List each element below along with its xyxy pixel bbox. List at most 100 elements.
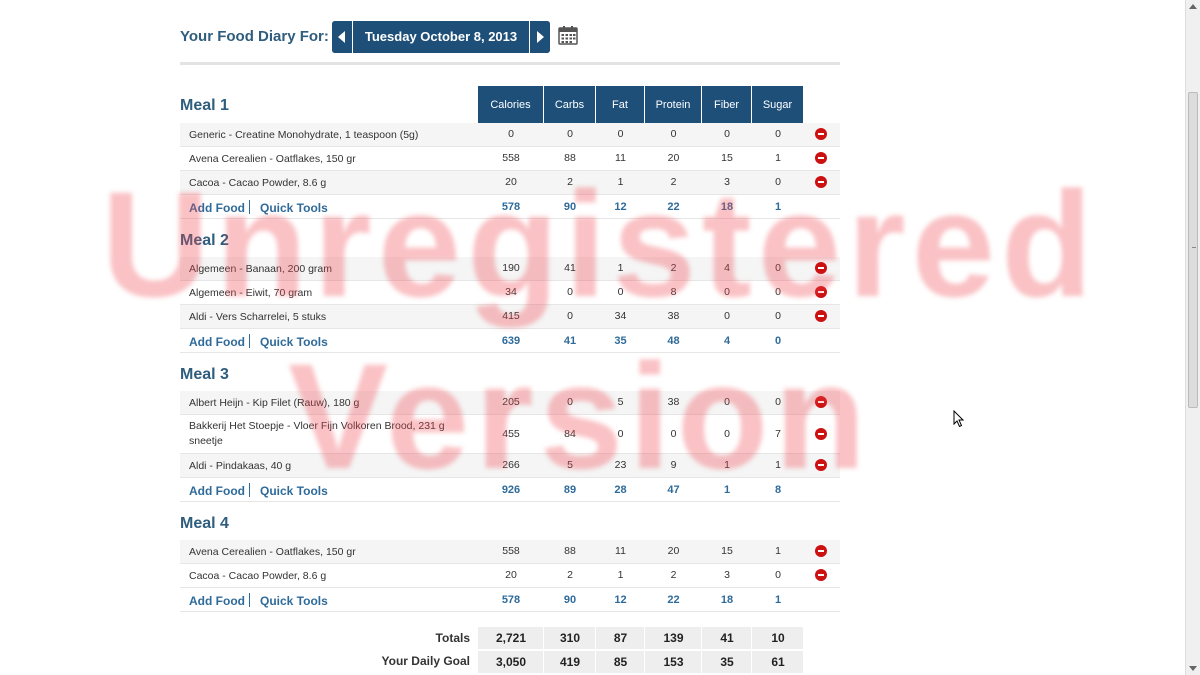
column-header-fiber[interactable]: Fiber [702,86,752,124]
meal-protein-total: 48 [667,335,680,347]
food-entry-row[interactable]: Bakkerij Het Stoepje - Vloer Fijn Volkor… [180,415,840,454]
food-entry-name[interactable]: Generic - Creatine Monohydrate, 1 teaspo… [189,128,474,143]
calories-value: 266 [502,459,520,471]
add-food-link[interactable]: Add Food [189,335,245,349]
food-entry-name[interactable]: Bakkerij Het Stoepje - Vloer Fijn Volkor… [189,419,474,449]
goal-carbs-cell: 419 [544,651,596,673]
delete-entry-icon[interactable] [815,310,827,322]
goal-fat-cell: 85 [596,651,645,673]
delete-entry-icon[interactable] [815,152,827,164]
vertical-scrollbar[interactable] [1185,0,1200,675]
meal-title: Meal 3 [180,366,229,383]
fat-value: 1 [617,176,624,188]
food-entry-name[interactable]: Cacoa - Cacao Powder, 8.6 g [189,569,474,584]
delete-entry-icon[interactable] [815,545,827,557]
delete-entry-icon[interactable] [815,128,827,140]
meal-title: Meal 2 [180,232,229,249]
fat-value: 0 [617,428,624,440]
delete-entry-icon[interactable] [815,459,827,471]
delete-entry-icon[interactable] [815,176,827,188]
delete-entry-icon[interactable] [815,286,827,298]
meal-protein-total: 22 [667,594,680,606]
link-divider [249,334,250,348]
scroll-up-arrow-icon[interactable] [1189,4,1197,9]
food-entry-row[interactable]: Albert Heijn - Kip Filet (Rauw), 180 g 2… [180,391,840,415]
diary-header: Your Food Diary For: Tuesday October 8, … [180,20,840,54]
delete-entry-icon[interactable] [815,262,827,274]
column-header-carbs[interactable]: Carbs [544,86,596,124]
sugar-value: 0 [775,286,781,298]
carbs-value: 0 [567,310,573,322]
food-entry-name[interactable]: Aldi - Vers Scharrelei, 5 stuks [189,310,474,325]
food-entry-name[interactable]: Algemeen - Banaan, 200 gram [189,262,474,277]
quick-tools-link[interactable]: Quick Tools [260,484,328,498]
food-entry-name[interactable]: Algemeen - Eiwit, 70 gram [189,286,474,301]
fiber-value: 0 [724,428,730,440]
carbs-value: 0 [567,396,573,408]
carbs-value: 5 [567,459,573,471]
food-entry-row[interactable]: Cacoa - Cacao Powder, 8.6 g 20 2 1 2 3 0 [180,171,840,195]
calories-value: 20 [505,569,517,581]
add-food-link[interactable]: Add Food [189,201,245,215]
meal-calories-total: 578 [501,201,521,213]
meal-calories-total: 578 [501,594,521,606]
add-food-link[interactable]: Add Food [189,594,245,608]
scrollbar-grip [1192,247,1196,248]
calendar-icon[interactable] [558,25,578,45]
goal-calories: 3,050 [495,655,527,669]
fat-value: 11 [615,152,626,164]
meal-sugar-total: 1 [774,594,782,606]
food-entry-row[interactable]: Algemeen - Eiwit, 70 gram 34 0 0 8 0 0 [180,281,840,305]
quick-tools-link[interactable]: Quick Tools [260,594,328,608]
food-entry-row[interactable]: Generic - Creatine Monohydrate, 1 teaspo… [180,123,840,147]
calories-value: 415 [502,310,520,322]
protein-value: 2 [670,569,677,581]
meal-summary-row: Add Food Quick Tools 578 90 12 22 18 1 [180,588,840,612]
delete-entry-icon[interactable] [815,569,827,581]
meal-calories-total: 926 [501,484,521,496]
scrollbar-thumb[interactable] [1188,92,1198,408]
meal-title: Meal 4 [180,515,229,532]
food-entry-name[interactable]: Aldi - Pindakaas, 40 g [189,459,474,474]
food-entry-name[interactable]: Avena Cerealien - Oatflakes, 150 gr [189,152,474,167]
food-entry-name[interactable]: Albert Heijn - Kip Filet (Rauw), 180 g [189,396,474,411]
meal-fiber-total: 18 [720,201,734,213]
add-food-link[interactable]: Add Food [189,484,245,498]
meal-fat-total: 12 [614,201,627,213]
food-entry-row[interactable]: Aldi - Vers Scharrelei, 5 stuks 415 0 34… [180,305,840,329]
delete-entry-icon[interactable] [815,428,827,440]
next-day-button[interactable] [529,21,550,53]
quick-tools-link[interactable]: Quick Tools [260,201,328,215]
quick-tools-link[interactable]: Quick Tools [260,335,328,349]
sugar-value: 0 [775,262,781,274]
scroll-down-arrow-icon[interactable] [1189,666,1197,671]
food-entry-row[interactable]: Algemeen - Banaan, 200 gram 190 41 1 2 4… [180,257,840,281]
carbs-value: 2 [567,176,573,188]
fat-value: 34 [614,310,627,322]
protein-value: 9 [670,459,677,471]
food-entry-name[interactable]: Cacoa - Cacao Powder, 8.6 g [189,176,474,191]
meal-sugar-total: 8 [774,484,782,496]
column-header-fat[interactable]: Fat [596,86,645,124]
meal-protein-total: 22 [667,201,680,213]
delete-entry-icon[interactable] [815,396,827,408]
food-entry-row[interactable]: Cacoa - Cacao Powder, 8.6 g 20 2 1 2 3 0 [180,564,840,588]
protein-value: 2 [670,176,677,188]
food-entry-row[interactable]: Avena Cerealien - Oatflakes, 150 gr 558 … [180,147,840,171]
fat-value: 5 [617,396,624,408]
meal-carbs-total: 41 [563,335,577,347]
column-header-protein[interactable]: Protein [645,86,702,124]
sugar-value: 0 [775,310,781,322]
fiber-value: 1 [724,459,730,471]
date-navigator: Tuesday October 8, 2013 [332,21,550,53]
food-entry-row[interactable]: Aldi - Pindakaas, 40 g 266 5 23 9 1 1 [180,454,840,478]
food-entry-name[interactable]: Avena Cerealien - Oatflakes, 150 gr [189,545,474,560]
protein-value: 0 [670,428,677,440]
column-header-calories[interactable]: Calories [478,86,544,124]
sugar-value: 0 [775,176,781,188]
previous-day-button[interactable] [332,21,353,53]
calories-value: 558 [502,545,520,557]
sugar-value: 0 [775,396,781,408]
column-header-sugar[interactable]: Sugar [752,86,804,124]
food-entry-row[interactable]: Avena Cerealien - Oatflakes, 150 gr 558 … [180,540,840,564]
